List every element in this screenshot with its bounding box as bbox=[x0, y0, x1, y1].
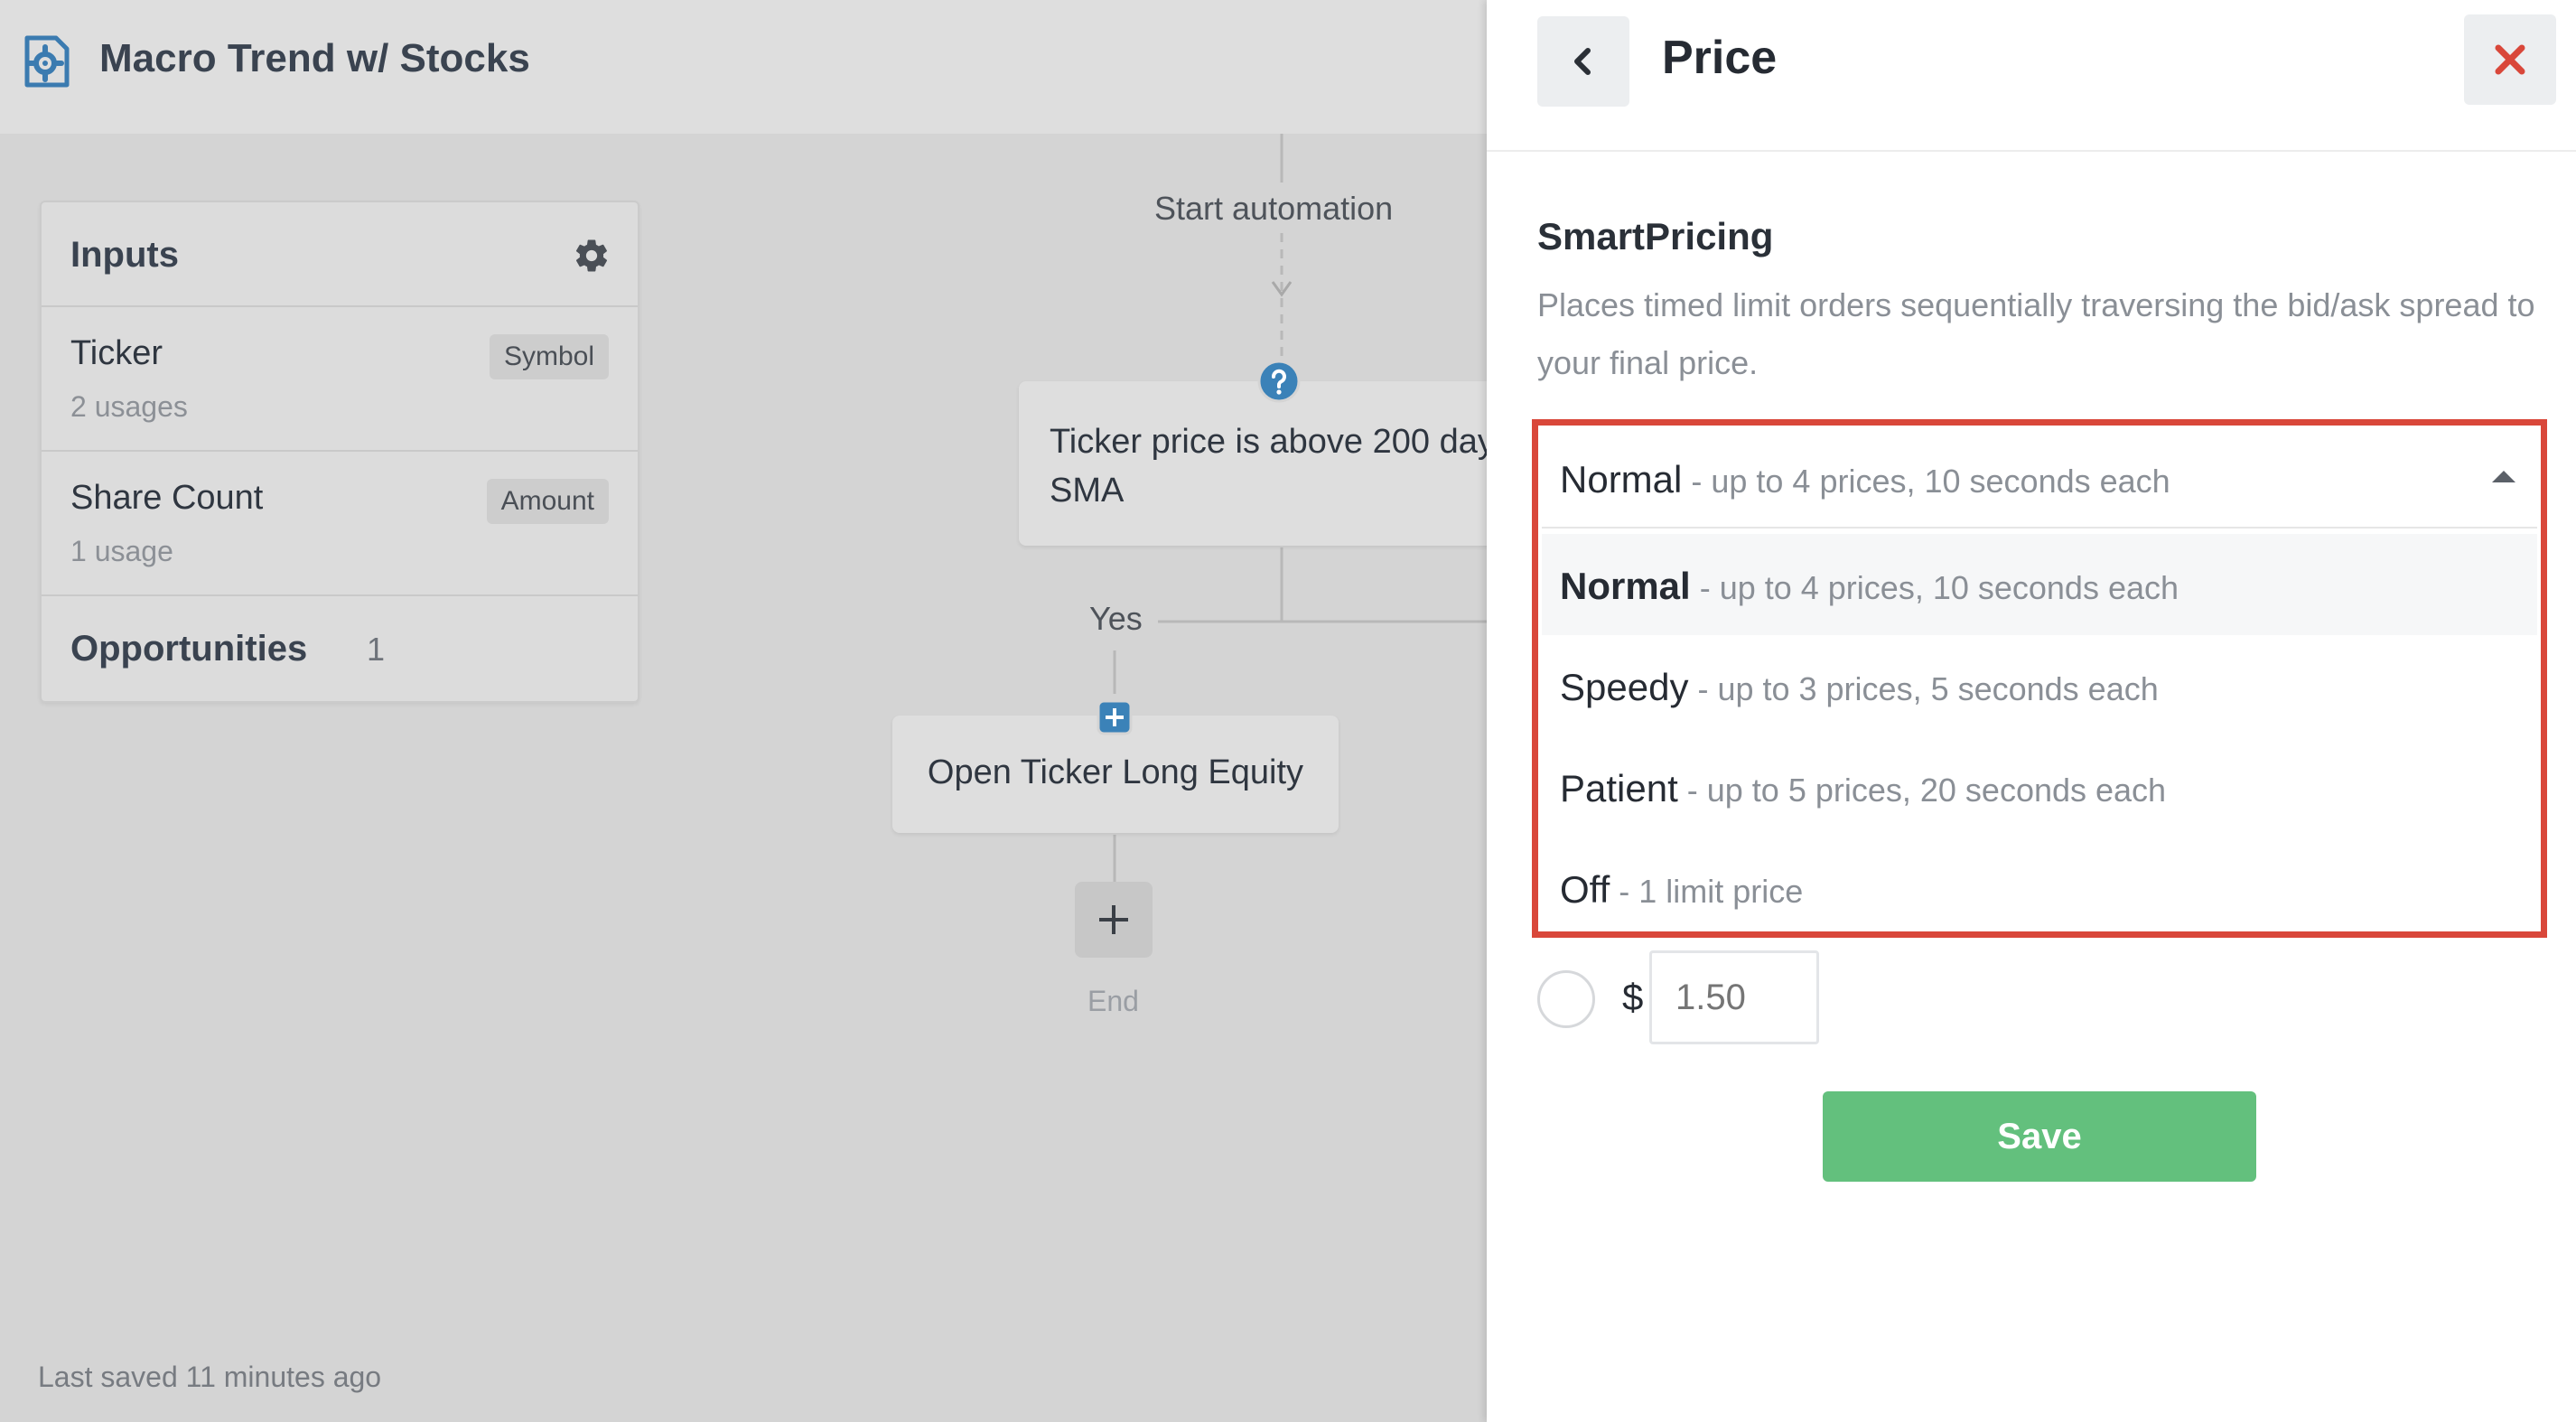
last-saved-status: Last saved 11 minutes ago bbox=[38, 1361, 382, 1393]
dropdown-option-speedy[interactable]: Speedy - up to 3 prices, 5 seconds each bbox=[1542, 635, 2537, 736]
smart-pricing-description: Places timed limit orders sequentially t… bbox=[1537, 286, 2535, 381]
option-name: Normal bbox=[1560, 565, 1691, 607]
option-description: - up to 4 prices, 10 seconds each bbox=[1682, 463, 2170, 500]
price-side-panel: Price SmartPricing Places timed limit or… bbox=[1487, 0, 2576, 1422]
option-text: Off - 1 limit price bbox=[1560, 868, 1803, 912]
option-text: Normal - up to 4 prices, 10 seconds each bbox=[1560, 565, 2179, 608]
save-button[interactable]: Save bbox=[1823, 1091, 2256, 1182]
price-input[interactable] bbox=[1649, 950, 1819, 1044]
price-radio-button[interactable] bbox=[1537, 970, 1595, 1028]
option-description: - up to 4 prices, 10 seconds each bbox=[1690, 569, 2179, 606]
action-text: Open Ticker Long Equity bbox=[927, 753, 1304, 791]
close-button[interactable] bbox=[2464, 14, 2556, 105]
option-description: - up to 5 prices, 20 seconds each bbox=[1677, 772, 2167, 809]
option-text: Speedy - up to 3 prices, 5 seconds each bbox=[1560, 666, 2159, 709]
dropdown-option-off[interactable]: Off - 1 limit price bbox=[1542, 837, 2537, 939]
option-text: Patient - up to 5 prices, 20 seconds eac… bbox=[1560, 767, 2166, 810]
chevron-left-icon bbox=[1574, 48, 1591, 75]
currency-symbol: $ bbox=[1622, 976, 1644, 1018]
option-description: - up to 3 prices, 5 seconds each bbox=[1688, 670, 2159, 707]
smart-pricing-title: SmartPricing bbox=[1537, 215, 1774, 257]
panel-header: Price bbox=[1487, 0, 2576, 152]
question-icon bbox=[1257, 360, 1301, 403]
panel-title: Price bbox=[1662, 32, 1778, 84]
caret-up-icon bbox=[2492, 471, 2515, 482]
add-step-button[interactable] bbox=[1075, 882, 1153, 958]
automation-title: Macro Trend w/ Stocks bbox=[99, 36, 530, 80]
condition-step-card[interactable]: Ticker price is above 200 day SMA bbox=[1019, 381, 1487, 546]
option-name: Normal bbox=[1560, 458, 1683, 501]
option-name: Off bbox=[1560, 868, 1610, 911]
plus-square-icon bbox=[1097, 699, 1133, 735]
condition-text: Ticker price is above 200 day SMA bbox=[1050, 423, 1487, 510]
dropdown-selected-value[interactable]: Normal - up to 4 prices, 10 seconds each bbox=[1542, 429, 2537, 529]
back-button[interactable] bbox=[1537, 16, 1629, 107]
option-description: - 1 limit price bbox=[1610, 873, 1804, 910]
option-name: Speedy bbox=[1560, 666, 1689, 708]
smart-pricing-dropdown[interactable]: Normal - up to 4 prices, 10 seconds each… bbox=[1532, 419, 2547, 938]
selected-option-text: Normal - up to 4 prices, 10 seconds each bbox=[1560, 458, 2170, 501]
top-bar: Macro Trend w/ Stocks bbox=[0, 0, 1487, 134]
plus-icon bbox=[1099, 905, 1128, 934]
dropdown-option-normal[interactable]: Normal - up to 4 prices, 10 seconds each bbox=[1542, 534, 2537, 635]
dropdown-option-patient[interactable]: Patient - up to 5 prices, 20 seconds eac… bbox=[1542, 736, 2537, 837]
automation-gear-icon bbox=[24, 35, 70, 88]
automation-canvas: Macro Trend w/ Stocks Inputs Ticker 2 us… bbox=[0, 0, 1487, 1422]
close-icon bbox=[2495, 44, 2525, 75]
branch-yes-label: Yes bbox=[1084, 600, 1148, 638]
option-name: Patient bbox=[1560, 767, 1678, 809]
end-label: End bbox=[1087, 985, 1139, 1017]
start-automation-label: Start automation bbox=[1151, 190, 1397, 228]
